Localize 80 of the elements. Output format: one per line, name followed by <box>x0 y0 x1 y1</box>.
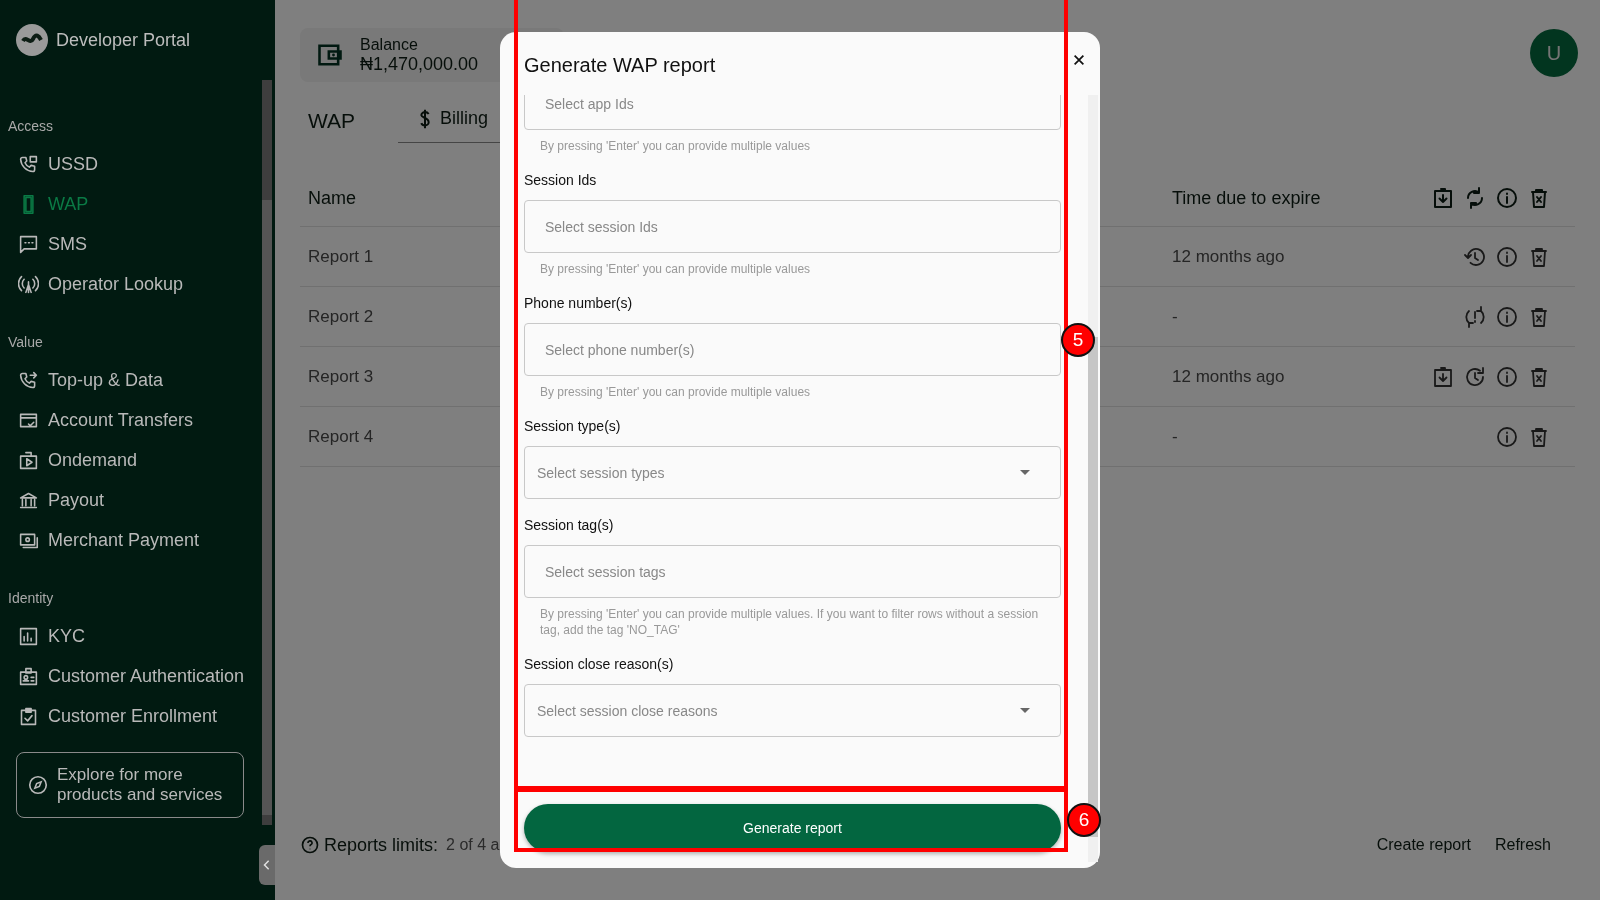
help-icon <box>300 835 320 855</box>
antenna-icon <box>18 273 39 295</box>
chevron-left-icon <box>262 858 272 872</box>
info-icon[interactable] <box>1495 364 1519 389</box>
text-button[interactable]: Refresh <box>1482 832 1563 858</box>
input-field[interactable]: Select app Ids <box>524 95 1061 130</box>
table-cell: - <box>1172 426 1178 446</box>
app-title: Developer Portal <box>56 29 191 51</box>
info-icon[interactable] <box>1495 304 1519 329</box>
close-icon[interactable] <box>1072 52 1086 67</box>
table-cell: 12 months ago <box>1172 366 1285 386</box>
nav-item[interactable]: USSD <box>0 144 275 184</box>
caret-icon <box>1020 470 1030 475</box>
topup-icon <box>18 369 39 391</box>
nav-item[interactable]: Merchant Payment <box>0 520 275 560</box>
field-label: Session type(s) <box>524 418 622 434</box>
scrollbar[interactable] <box>262 80 272 825</box>
sms-icon <box>18 233 39 255</box>
input-field[interactable]: Select session Ids <box>524 200 1061 253</box>
field-label: Phone number(s) <box>524 295 634 311</box>
nav-item[interactable]: Customer Enrollment <box>0 696 275 736</box>
nav-item[interactable]: SMS <box>0 224 275 264</box>
dialog-title: Generate WAP report <box>524 53 716 77</box>
helper-text: By pressing 'Enter' you can provide multiple values <box>539 261 812 277</box>
dollar-icon <box>418 107 432 130</box>
table-cell: 12 months ago <box>1172 246 1285 266</box>
table-cell: Report 2 <box>308 306 374 326</box>
step-badge: 5 <box>1061 323 1095 357</box>
sync-problem-icon[interactable] <box>1463 304 1487 329</box>
badge-icon <box>18 665 39 687</box>
nav-item[interactable]: Operator Lookup <box>0 264 275 304</box>
helper-text: By pressing 'Enter' you can provide multiple values. If you want to filter rows without a session tag, add the tag 'NO_TAG' <box>539 606 1040 638</box>
play-icon <box>18 449 39 471</box>
nav-item[interactable]: Ondemand <box>0 440 275 480</box>
balance-amount: ₦1,470,000.00 <box>360 53 479 75</box>
refresh-icon[interactable] <box>1463 364 1487 389</box>
nav-item[interactable]: KYC <box>0 616 275 656</box>
caret-icon <box>1020 708 1030 713</box>
table-cell: Report 4 <box>308 426 374 446</box>
limits-value: 2 of 4 a <box>446 836 500 854</box>
download-icon[interactable] <box>1431 364 1455 389</box>
scrollbar[interactable] <box>1088 95 1098 862</box>
page-title: WAP <box>307 108 357 133</box>
select-field[interactable]: Select session types <box>524 446 1061 499</box>
info-icon[interactable] <box>1495 186 1519 210</box>
table-cell: Report 1 <box>308 246 374 266</box>
nav-item[interactable]: Account Transfers <box>0 400 275 440</box>
table-cell: - <box>1172 306 1178 326</box>
field-label: Session tag(s) <box>524 517 615 533</box>
input-field[interactable]: Select phone number(s) <box>524 323 1061 376</box>
info-icon[interactable] <box>1495 244 1519 269</box>
nav-item[interactable]: Customer Authentication <box>0 656 275 696</box>
column-header: Name <box>308 187 356 208</box>
explore-button[interactable]: Explore for more products and services <box>16 752 244 818</box>
helper-text: By pressing 'Enter' you can provide multiple values <box>539 384 812 400</box>
check-icon <box>18 705 39 727</box>
info-icon[interactable] <box>1495 424 1519 449</box>
step-badge: 6 <box>1067 803 1101 837</box>
section-heading: Access <box>7 117 55 136</box>
field-label: Session close reason(s) <box>524 656 675 672</box>
field-label: Session Ids <box>524 172 598 188</box>
chart-icon <box>18 625 39 647</box>
balance-label: Balance <box>360 35 419 54</box>
nav-item[interactable]: Payout <box>0 480 275 520</box>
section-heading: Value <box>7 333 44 352</box>
wallet-icon <box>316 41 344 69</box>
limits-label: Reports limits: <box>324 834 439 856</box>
input-field[interactable]: Select session tags <box>524 545 1061 598</box>
collapse-button[interactable] <box>259 845 275 885</box>
section-heading: Identity <box>7 589 55 608</box>
column-header: Time due to expire <box>1172 187 1321 208</box>
compass-icon <box>27 774 49 796</box>
download-icon[interactable] <box>1431 186 1455 210</box>
text-button[interactable]: Create report <box>1364 832 1483 858</box>
table-cell: Report 3 <box>308 366 374 386</box>
ussd-icon <box>18 153 39 175</box>
nav-item[interactable]: Top-up & Data <box>0 360 275 400</box>
logo-icon <box>16 24 48 56</box>
helper-text: By pressing 'Enter' you can provide multiple values <box>539 138 812 154</box>
select-field[interactable]: Select session close reasons <box>524 684 1061 737</box>
